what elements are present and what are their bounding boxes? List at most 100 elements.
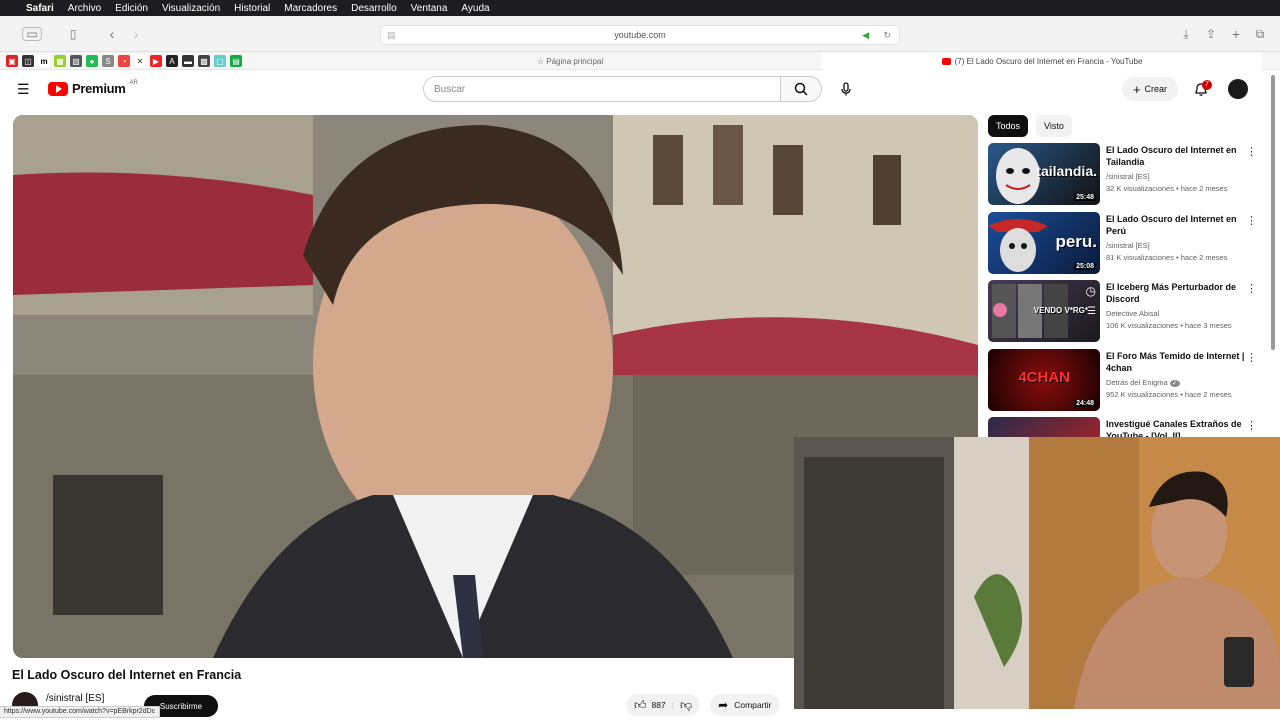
thumbnail-text: tailandia. (1036, 163, 1097, 179)
duration-badge: 24:48 (1074, 399, 1096, 407)
favorites-bar: ▣ ◫ m ▦ ▧ ● S ◔ ✕ ▶ A ▬ ▩ ▢ ▤ ☆ Página p… (0, 52, 1280, 70)
menu-ayuda[interactable]: Ayuda (461, 3, 489, 14)
logo-text: Premium (72, 81, 126, 96)
add-to-queue-icon[interactable]: ☰ (1087, 306, 1096, 317)
thumbnail-text: VENDO V*RG* (1033, 306, 1088, 315)
more-options-icon[interactable]: ⋮ (1246, 419, 1257, 432)
tab-overview-icon[interactable]: ▯ (64, 25, 82, 43)
page-icon: ▤ (387, 29, 396, 40)
create-button[interactable]: + Crear (1122, 77, 1178, 101)
browser-toolbar: ▭ ▯ ‹ › ▤ youtube.com ◀ ↻ ⤓ ⇪ + ⧉ (0, 16, 1280, 52)
like-dislike-group: 👍︎ 887 | 👎︎ (626, 694, 701, 716)
duration-badge: 25:08 (1074, 262, 1096, 270)
favorites-icons: ▣ ◫ m ▦ ▧ ● S ◔ ✕ ▶ A ▬ ▩ ▢ ▤ (6, 55, 242, 67)
favorite-icon[interactable]: ▤ (230, 55, 242, 67)
more-options-icon[interactable]: ⋮ (1246, 145, 1257, 158)
rec-title[interactable]: El Foro Más Temido de Internet | 4chan (1106, 350, 1246, 374)
search-icon (794, 82, 808, 96)
favorite-icon[interactable]: ▣ (6, 55, 18, 67)
favorite-icon[interactable]: ▢ (214, 55, 226, 67)
list-item[interactable]: VENDO V*RG* ◷ ☰ El Iceberg Más Perturbad… (988, 280, 1270, 348)
thumbs-down-icon[interactable]: 👎︎ (680, 698, 692, 713)
thumbnail-text: peru. (1055, 231, 1097, 251)
new-tab-icon[interactable]: + (1228, 25, 1244, 43)
video-thumbnail[interactable]: 4CHAN 24:48 (988, 348, 1100, 411)
video-thumbnail[interactable]: tailandia. 25:48 (988, 143, 1100, 205)
favorite-icon[interactable]: m (38, 55, 50, 67)
favorite-icon[interactable]: ▧ (70, 55, 82, 67)
back-icon[interactable]: ‹ (104, 25, 120, 43)
rec-title[interactable]: El Lado Oscuro del Internet en Perú (1106, 213, 1246, 237)
tab-youtube-label: (7) El Lado Oscuro del Internet en Franc… (954, 56, 1143, 66)
favorite-icon[interactable]: A (166, 55, 178, 67)
forward-icon[interactable]: › (128, 25, 144, 43)
hamburger-menu-icon[interactable]: ☰ (17, 81, 30, 98)
rec-meta: 952 K visualizaciones • hace 2 meses (1106, 389, 1232, 399)
share-button[interactable]: ➦ Compartir (710, 694, 780, 716)
rec-channel-name: Detrás del Enigma (1106, 377, 1168, 387)
microphone-icon (841, 82, 851, 96)
address-bar[interactable]: ▤ youtube.com ◀ ↻ (380, 25, 900, 45)
chip-visto[interactable]: Visto (1036, 115, 1072, 137)
more-options-icon[interactable]: ⋮ (1246, 214, 1257, 227)
logo-country: AR (129, 79, 138, 86)
webcam-overlay (794, 437, 1280, 709)
search-button[interactable] (780, 76, 822, 102)
scrollbar[interactable] (1271, 75, 1275, 350)
menu-ventana[interactable]: Ventana (411, 3, 448, 14)
reload-icon[interactable]: ↻ (883, 30, 891, 41)
video-thumbnail[interactable]: VENDO V*RG* ◷ ☰ (988, 280, 1100, 342)
chip-todos[interactable]: Todos (988, 115, 1029, 137)
url-text: youtube.com (614, 30, 666, 40)
account-avatar[interactable] (1228, 79, 1248, 99)
favorite-icon[interactable]: ▬ (182, 55, 194, 67)
favorite-icon[interactable]: ✕ (134, 55, 146, 67)
watch-later-icon[interactable]: ◷ (1086, 284, 1096, 298)
list-item[interactable]: peru. 25:08 El Lado Oscuro del Internet … (988, 211, 1270, 280)
search-input[interactable]: Buscar (423, 76, 781, 102)
download-icon[interactable]: ⤓ (1178, 25, 1194, 43)
more-options-icon[interactable]: ⋮ (1246, 282, 1257, 295)
filter-chips: Todos Visto (988, 115, 1072, 137)
like-button[interactable]: 👍︎ 887 (634, 698, 666, 713)
tab-home-label: Página principal (546, 56, 604, 66)
menu-historial[interactable]: Historial (234, 3, 270, 14)
tabs-icon[interactable]: ⧉ (1252, 25, 1268, 43)
video-title: El Lado Oscuro del Internet en Francia (12, 668, 242, 682)
menu-desarrollo[interactable]: Desarrollo (351, 3, 397, 14)
macos-menubar: Safari Archivo Edición Visualización His… (0, 0, 1280, 16)
channel-name[interactable]: /sinistral [ES] (46, 693, 104, 704)
tab-youtube[interactable]: (7) El Lado Oscuro del Internet en Franc… (822, 52, 1262, 70)
menu-marcadores[interactable]: Marcadores (284, 3, 337, 14)
audio-icon[interactable]: ◀ (862, 30, 869, 41)
rec-channel[interactable]: /sinistral [ES] (1106, 241, 1150, 250)
video-thumbnail[interactable]: peru. 25:08 (988, 211, 1100, 274)
favorite-icon[interactable]: ◫ (22, 55, 34, 67)
youtube-logo[interactable]: Premium AR (48, 79, 138, 96)
rec-channel[interactable]: /sinistral [ES] (1106, 172, 1150, 181)
status-bar-url: https://www.youtube.com/watch?v=pEBrkpr2… (0, 706, 161, 718)
favorite-icon[interactable]: S (102, 55, 114, 67)
favorite-icon[interactable]: ▩ (198, 55, 210, 67)
menu-visualizacion[interactable]: Visualización (162, 3, 220, 14)
menu-edicion[interactable]: Edición (115, 3, 148, 14)
rec-title[interactable]: El Iceberg Más Perturbador de Discord (1106, 281, 1246, 305)
menu-archivo[interactable]: Archivo (68, 3, 101, 14)
more-options-icon[interactable]: ⋮ (1246, 351, 1257, 364)
favorite-icon[interactable]: ▦ (54, 55, 66, 67)
tab-home[interactable]: ☆ Página principal (320, 52, 820, 70)
rec-channel[interactable]: Detrás del Enigma ✓ (1106, 378, 1180, 387)
rec-channel[interactable]: Detective Abisal (1106, 309, 1159, 318)
video-actions: 👍︎ 887 | 👎︎ ➦ Compartir (626, 694, 780, 716)
list-item[interactable]: 4CHAN 24:48 El Foro Más Temido de Intern… (988, 348, 1270, 417)
sidebar-toggle-icon[interactable]: ▭ (22, 27, 42, 41)
like-count: 887 (651, 700, 666, 710)
menu-app-name[interactable]: Safari (26, 3, 54, 14)
favorite-icon[interactable]: ◔ (118, 55, 130, 67)
voice-search-button[interactable] (834, 77, 858, 101)
list-item[interactable]: tailandia. 25:48 El Lado Oscuro del Inte… (988, 143, 1270, 211)
favorite-icon[interactable]: ▶ (150, 55, 162, 67)
rec-title[interactable]: El Lado Oscuro del Internet en Tailandia (1106, 144, 1246, 168)
favorite-icon[interactable]: ● (86, 55, 98, 67)
share-icon[interactable]: ⇪ (1203, 25, 1219, 43)
